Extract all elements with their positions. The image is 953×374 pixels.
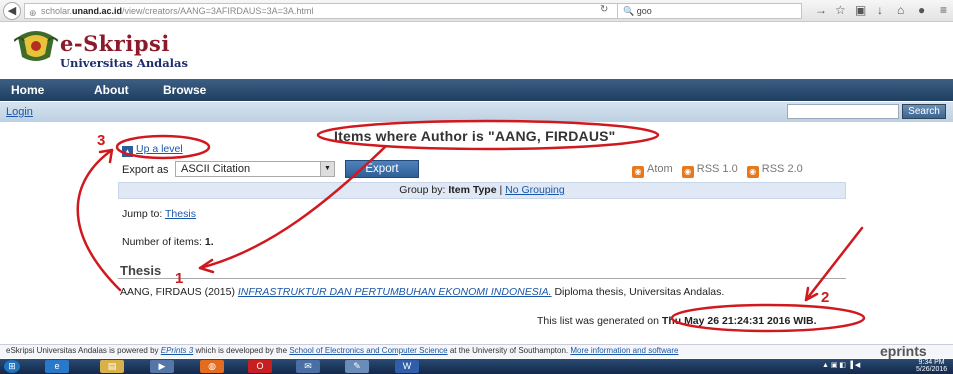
group-by-label: Group by: bbox=[399, 184, 446, 196]
clipboard-icon[interactable]: ▣ bbox=[855, 3, 866, 17]
jump-to-thesis-link[interactable]: Thesis bbox=[165, 208, 196, 220]
group-separator: | bbox=[499, 184, 503, 196]
annotation-label-2: 2 bbox=[821, 289, 829, 306]
citation-details: Diploma thesis, Universitas Andalas. bbox=[554, 286, 725, 298]
login-link[interactable]: Login bbox=[6, 106, 33, 118]
footer-text-1: eSkripsi Universitas Andalas is powered … bbox=[6, 346, 159, 355]
footer-ecs-link[interactable]: School of Electronics and Computer Scien… bbox=[289, 346, 447, 355]
nav-about[interactable]: About bbox=[94, 83, 129, 97]
generated-label: This list was generated on bbox=[537, 315, 659, 327]
file-explorer-icon[interactable]: ▤ bbox=[100, 360, 124, 373]
university-emblem-icon bbox=[14, 31, 58, 61]
citation-entry: AANG, FIRDAUS (2015) INFRASTRUKTUR DAN P… bbox=[120, 286, 724, 298]
page-title: Items where Author is "AANG, FIRDAUS" bbox=[334, 128, 616, 144]
site-search-input[interactable] bbox=[787, 104, 899, 119]
star-icon[interactable]: ☆ bbox=[835, 3, 846, 17]
feed-rss2[interactable]: ◉ RSS 2.0 bbox=[746, 163, 803, 178]
media-player-icon[interactable]: ▶ bbox=[150, 360, 174, 373]
rss-icon: ◉ bbox=[632, 166, 644, 178]
clock-time: 9:34 PM bbox=[918, 359, 945, 366]
footer-text-3: at the University of Southampton. bbox=[449, 346, 569, 355]
browser-search-value: goo bbox=[636, 6, 652, 16]
item-count-label: Number of items: bbox=[122, 236, 202, 248]
group-by-bar: Group by: Item Type | No Grouping bbox=[118, 182, 846, 199]
export-format-select[interactable]: ASCII Citation ▼ bbox=[175, 161, 335, 177]
feed-rss2-label: RSS 2.0 bbox=[761, 163, 803, 175]
start-button-icon[interactable]: ⊞ bbox=[4, 360, 20, 373]
site-header: e-Skripsi Universitas Andalas bbox=[0, 23, 953, 78]
main-navigation: Home About Browse bbox=[0, 79, 953, 101]
export-label: Export as bbox=[122, 164, 169, 176]
export-selected-value: ASCII Citation bbox=[181, 163, 251, 175]
browser-toolbar: ◀ ⊕ scholar.unand.ac.id/view/creators/AAN… bbox=[0, 0, 953, 22]
url-host: unand.ac.id bbox=[72, 6, 123, 16]
item-count: Number of items: 1. bbox=[122, 236, 214, 248]
feed-atom[interactable]: ◉ Atom bbox=[632, 163, 673, 178]
section-heading: Thesis bbox=[120, 263, 162, 278]
firefox-icon[interactable]: ◍ bbox=[200, 360, 224, 373]
mail-icon[interactable]: ✉ bbox=[296, 360, 320, 373]
jump-to: Jump to: Thesis bbox=[122, 208, 196, 220]
footer-eprints-link[interactable]: EPrints 3 bbox=[161, 346, 193, 355]
site-search-button[interactable]: Search bbox=[902, 104, 946, 119]
section-divider bbox=[118, 278, 846, 279]
paint-icon[interactable]: ✎ bbox=[345, 360, 369, 373]
up-level: ▲ Up a level bbox=[122, 143, 183, 157]
feed-links: ◉ Atom ◉ RSS 1.0 ◉ RSS 2.0 bbox=[632, 163, 809, 178]
eprints-logo[interactable]: eprints bbox=[880, 343, 927, 359]
footer-text-2: which is developed by the bbox=[195, 346, 288, 355]
opera-icon[interactable]: O bbox=[248, 360, 272, 373]
up-level-link[interactable]: Up a level bbox=[136, 143, 183, 155]
annotation-arrowhead-down bbox=[804, 286, 819, 302]
generated-timestamp: This list was generated on Thu May 26 21… bbox=[537, 315, 817, 327]
site-logo-title[interactable]: e-Skripsi bbox=[60, 31, 170, 56]
feed-rss1-label: RSS 1.0 bbox=[696, 163, 738, 175]
menu-icon[interactable]: ≡ bbox=[940, 3, 947, 17]
feed-rss1[interactable]: ◉ RSS 1.0 bbox=[681, 163, 738, 178]
internet-explorer-icon[interactable]: e bbox=[45, 360, 69, 373]
rss-icon: ◉ bbox=[746, 166, 759, 178]
windows-taskbar: ⊞ e ▤ ▶ ◍ O ✉ ✎ W ▲ ▣ ◧ ▐ ◀ 9:34 PM 5/26… bbox=[0, 359, 953, 374]
feed-atom-label: Atom bbox=[647, 163, 673, 175]
chat-icon[interactable]: ● bbox=[918, 3, 925, 17]
reload-icon[interactable]: ↻ bbox=[600, 4, 608, 15]
nav-browse[interactable]: Browse bbox=[163, 83, 206, 97]
no-grouping-link[interactable]: No Grouping bbox=[505, 184, 565, 196]
address-bar[interactable]: ⊕ scholar.unand.ac.id/view/creators/AANG=… bbox=[24, 3, 619, 19]
download-icon[interactable]: ↓ bbox=[877, 3, 883, 17]
home-icon[interactable]: ⌂ bbox=[897, 3, 904, 17]
annotation-arrow-curve bbox=[76, 148, 122, 292]
citation-title-link[interactable]: INFRASTRUKTUR DAN PERTUMBUHAN EKONOMI IN… bbox=[238, 286, 552, 298]
clock-date: 5/26/2016 bbox=[916, 366, 948, 373]
word-icon[interactable]: W bbox=[395, 360, 419, 373]
taskbar-clock[interactable]: 9:34 PM 5/26/2016 bbox=[916, 359, 947, 373]
annotation-arrowhead-left bbox=[198, 258, 215, 274]
export-button[interactable]: Export bbox=[345, 160, 419, 178]
site-logo-subtitle: Universitas Andalas bbox=[60, 56, 188, 70]
url-prefix: scholar. bbox=[41, 6, 73, 16]
annotation-arrow-right bbox=[804, 226, 864, 302]
up-arrow-icon[interactable]: ▲ bbox=[122, 146, 133, 157]
page-footer: eSkripsi Universitas Andalas is powered … bbox=[0, 344, 953, 358]
browser-search-field[interactable]: 🔍 goo bbox=[617, 3, 802, 19]
system-tray-icons[interactable]: ▲ ▣ ◧ ▐ ◀ bbox=[822, 361, 860, 369]
arrow-right-icon[interactable]: → bbox=[815, 3, 827, 17]
group-item-type: Item Type bbox=[448, 184, 497, 196]
footer-more-info-link[interactable]: More information and software bbox=[570, 346, 678, 355]
url-path: /view/creators/AANG=3AFIRDAUS=3A=3A.html bbox=[122, 6, 314, 16]
annotation-arrowhead-up bbox=[98, 148, 114, 164]
back-arrow-icon[interactable]: ◀ bbox=[3, 2, 21, 20]
globe-icon: ⊕ bbox=[29, 8, 37, 18]
nav-home[interactable]: Home bbox=[11, 83, 44, 97]
annotation-label-3: 3 bbox=[97, 132, 105, 149]
jump-to-label: Jump to: bbox=[122, 208, 163, 220]
sub-navigation: Login Search bbox=[0, 102, 953, 122]
item-count-value: 1. bbox=[204, 236, 214, 248]
rss-icon: ◉ bbox=[681, 166, 694, 178]
generated-value: Thu May 26 21:24:31 2016 WIB. bbox=[661, 315, 817, 327]
chevron-down-icon[interactable]: ▼ bbox=[320, 162, 334, 176]
citation-author: AANG, FIRDAUS (2015) bbox=[120, 286, 235, 298]
